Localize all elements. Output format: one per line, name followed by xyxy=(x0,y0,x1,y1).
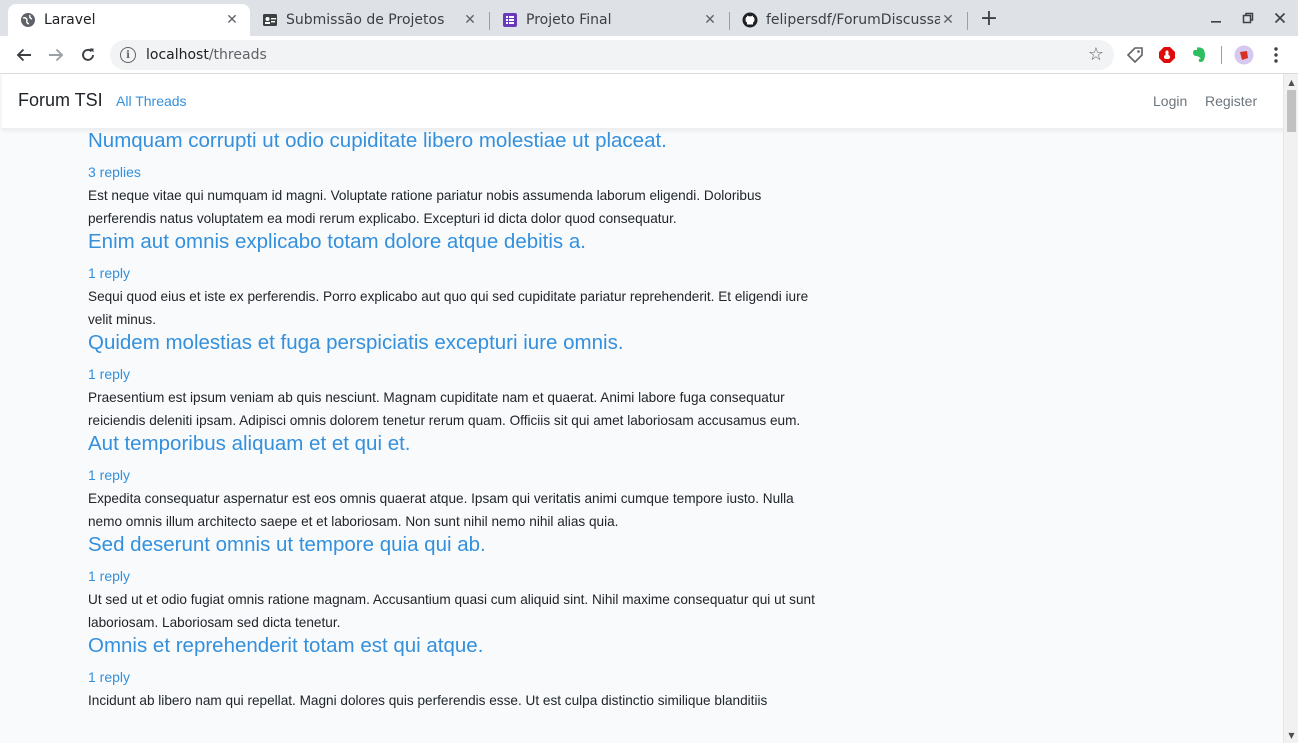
site-navbar: Forum TSI All Threads Login Register xyxy=(2,74,1298,129)
login-link[interactable]: Login xyxy=(1153,93,1187,109)
all-threads-link[interactable]: All Threads xyxy=(116,93,187,109)
adblock-extension-icon[interactable] xyxy=(1157,45,1177,65)
scroll-down-arrow-icon[interactable]: ▼ xyxy=(1287,731,1296,740)
reload-icon[interactable] xyxy=(76,43,100,67)
evernote-extension-icon[interactable] xyxy=(1189,45,1209,65)
thread-title-link[interactable]: Enim aut omnis explicabo totam dolore at… xyxy=(88,230,820,254)
restore-icon[interactable] xyxy=(1238,8,1258,28)
reply-count-link[interactable]: 1 reply xyxy=(88,364,820,384)
url-path: /threads xyxy=(208,47,267,63)
thread-body: Est neque vitae qui numquam id magni. Vo… xyxy=(88,188,762,226)
scrollbar-thumb[interactable] xyxy=(1287,90,1296,132)
close-icon[interactable]: ✕ xyxy=(462,12,478,28)
url-host: localhost xyxy=(146,47,209,63)
brand-logo-text[interactable]: Forum TSI xyxy=(18,90,103,111)
thread-title-link[interactable]: Aut temporibus aliquam et et qui et. xyxy=(88,432,820,456)
thread-body: Ut sed ut et odio fugiat omnis ratione m… xyxy=(88,592,815,630)
url-text: localhost/threads xyxy=(146,47,267,63)
browser-tab-submissao[interactable]: Submissão de Projetos ✕ xyxy=(250,4,488,36)
address-bar[interactable]: i localhost/threads ☆ xyxy=(110,40,1114,70)
back-arrow-icon[interactable] xyxy=(12,43,36,67)
reply-count-link[interactable]: 1 reply xyxy=(88,566,820,586)
more-menu-icon[interactable] xyxy=(1266,45,1286,65)
tab-title: Projeto Final xyxy=(526,12,612,28)
reply-count-link[interactable]: 1 reply xyxy=(88,465,820,485)
thread-body: Sequi quod eius et iste ex perferendis. … xyxy=(88,289,809,327)
toolbar-separator xyxy=(1221,46,1222,64)
tab-strip: Laravel ✕ Submissão de Projetos ✕ Projet… xyxy=(0,0,1298,36)
browser-tab-laravel[interactable]: Laravel ✕ xyxy=(8,4,250,36)
github-icon xyxy=(742,12,758,28)
thread-item: Numquam corrupti ut odio cupiditate libe… xyxy=(88,129,820,230)
scroll-up-arrow-icon[interactable]: ▲ xyxy=(1287,78,1296,87)
thread-body: Praesentium est ipsum veniam ab quis nes… xyxy=(88,390,801,428)
reply-count-link[interactable]: 1 reply xyxy=(88,263,820,283)
profile-avatar-icon[interactable] xyxy=(1234,45,1254,65)
minimize-icon[interactable] xyxy=(1206,8,1226,28)
tab-separator xyxy=(967,12,968,30)
reply-count-link[interactable]: 1 reply xyxy=(88,667,820,687)
close-icon[interactable]: ✕ xyxy=(224,12,240,28)
form-icon xyxy=(502,12,518,28)
browser-tab-github[interactable]: felipersdf/ForumDiscussa ✕ xyxy=(730,4,966,36)
thread-body: Expedita consequatur aspernatur est eos … xyxy=(88,491,794,529)
thread-item: Omnis et reprehenderit totam est qui atq… xyxy=(88,634,820,712)
browser-toolbar: i localhost/threads ☆ xyxy=(0,36,1298,74)
thread-item: Aut temporibus aliquam et et qui et. 1 r… xyxy=(88,432,820,533)
thread-item: Quidem molestias et fuga perspiciatis ex… xyxy=(88,331,820,432)
forward-arrow-icon[interactable] xyxy=(44,43,68,67)
thread-list: Numquam corrupti ut odio cupiditate libe… xyxy=(88,129,820,743)
globe-icon xyxy=(20,12,36,28)
tab-title: Laravel xyxy=(44,12,96,28)
thread-title-link[interactable]: Numquam corrupti ut odio cupiditate libe… xyxy=(88,129,820,153)
register-link[interactable]: Register xyxy=(1205,93,1257,109)
bookmark-star-icon[interactable]: ☆ xyxy=(1088,45,1104,65)
close-icon[interactable]: ✕ xyxy=(702,12,718,28)
thread-item: Sed deserunt omnis ut tempore quia qui a… xyxy=(88,533,820,634)
thread-title-link[interactable]: Quidem molestias et fuga perspiciatis ex… xyxy=(88,331,820,355)
thread-title-link[interactable]: Omnis et reprehenderit totam est qui atq… xyxy=(88,634,820,658)
thread-body: Incidunt ab libero nam qui repellat. Mag… xyxy=(88,693,768,708)
info-icon[interactable]: i xyxy=(120,47,136,63)
tag-extension-icon[interactable] xyxy=(1125,45,1145,65)
close-window-icon[interactable] xyxy=(1270,8,1290,28)
thread-item: Enim aut omnis explicabo totam dolore at… xyxy=(88,230,820,331)
browser-tab-projeto-final[interactable]: Projeto Final ✕ xyxy=(490,4,728,36)
tab-title: felipersdf/ForumDiscussa xyxy=(766,12,940,28)
page-scrollbar[interactable]: ▲ ▼ xyxy=(1283,74,1298,743)
id-card-icon xyxy=(262,12,278,28)
reply-count-link[interactable]: 3 replies xyxy=(88,162,820,182)
thread-title-link[interactable]: Sed deserunt omnis ut tempore quia qui a… xyxy=(88,533,820,557)
tab-title: Submissão de Projetos xyxy=(286,12,445,28)
close-icon[interactable]: ✕ xyxy=(940,12,956,28)
new-tab-button[interactable]: + xyxy=(978,8,1000,30)
